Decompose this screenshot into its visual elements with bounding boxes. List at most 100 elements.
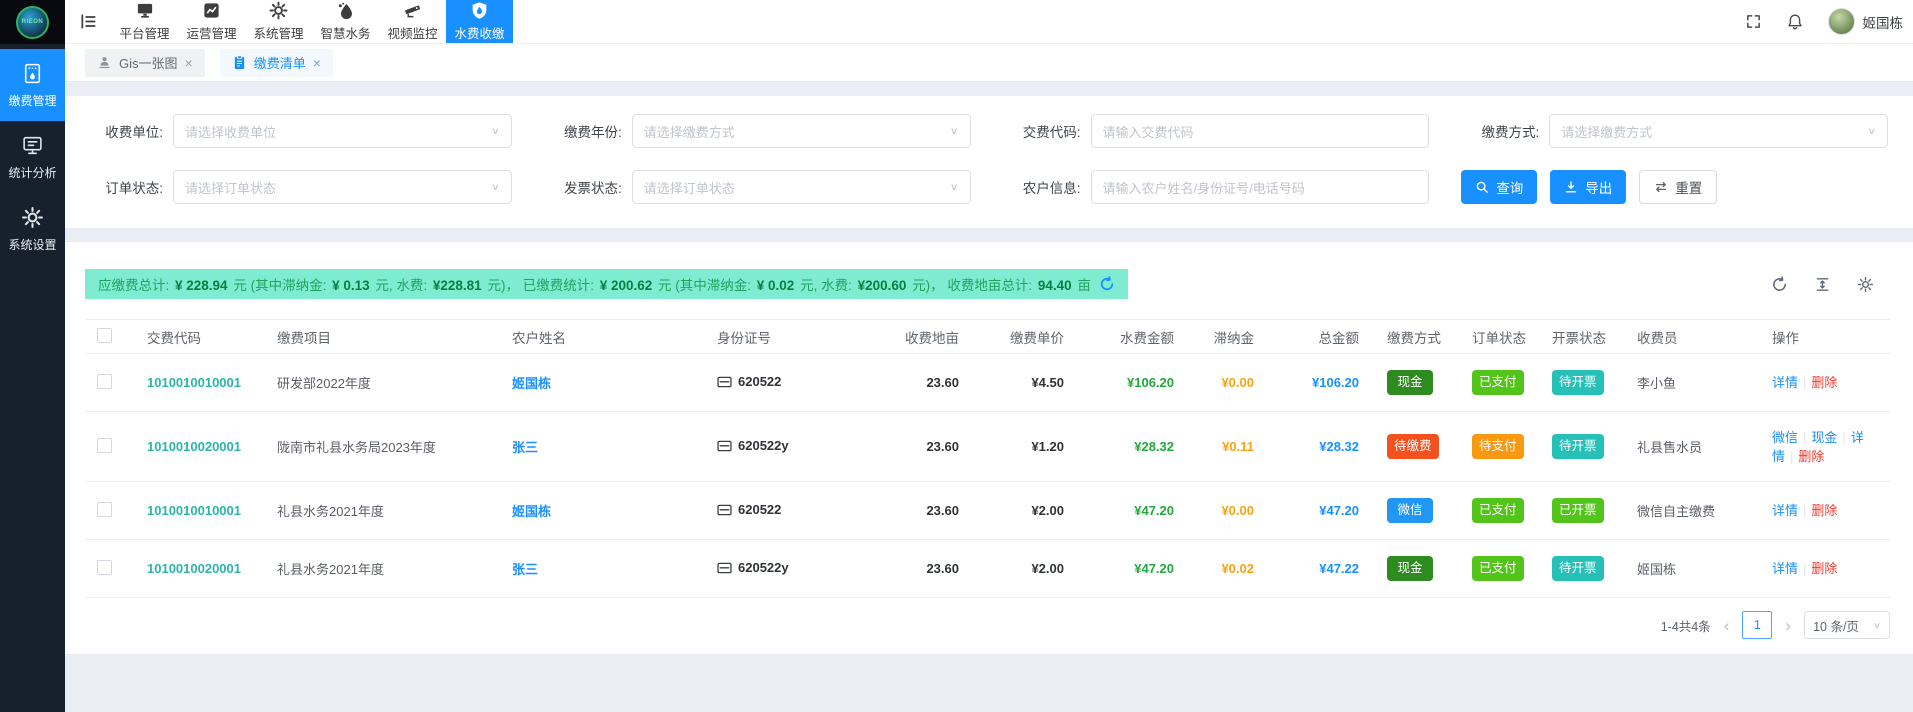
filter-charge-unit: 收费单位: 请选择收费单位 ∨ (85, 114, 512, 148)
search-button[interactable]: 查询 (1461, 170, 1537, 204)
select-placeholder: 请选择收费单位 (185, 122, 276, 141)
menu-item-operations[interactable]: 运营管理 (178, 0, 245, 43)
total-value: ¥47.22 (1270, 540, 1375, 598)
camera-icon (403, 1, 423, 20)
area-value: 23.60 (885, 354, 975, 412)
menu-item-water[interactable]: 智慧水务 (312, 0, 379, 43)
filter-label: 收费单位: (85, 121, 173, 141)
refresh-circle-icon[interactable] (1099, 276, 1115, 292)
summary-label: 亩 (1074, 278, 1091, 293)
charge-unit-select[interactable]: 请选择收费单位 ∨ (173, 114, 512, 148)
detail-link[interactable]: 详情 (1772, 561, 1798, 576)
user-menu[interactable]: 姬国栋 (1828, 8, 1904, 35)
tab-payment-list[interactable]: 缴费清单 × (220, 49, 333, 77)
download-icon (1564, 180, 1578, 194)
menu-item-system[interactable]: 系统管理 (245, 0, 312, 43)
clipboard-icon (232, 55, 247, 70)
farmer-info-input[interactable]: 请输入农户姓名/身份证号/电话号码 (1091, 170, 1430, 204)
order-status-select[interactable]: 请选择订单状态 ∨ (173, 170, 512, 204)
menu-item-water-fee[interactable]: 水费收缴 (446, 0, 513, 43)
pay-code-link[interactable]: 1010010010001 (147, 503, 241, 518)
delete-link[interactable]: 删除 (1811, 561, 1837, 576)
invoice-status-badge: 已开票 (1552, 498, 1604, 523)
action-separator: | (1803, 503, 1806, 518)
select-placeholder: 请选择缴费方式 (1561, 122, 1652, 141)
col-header-unit-price: 缴费单价 (975, 320, 1080, 354)
fullscreen-icon[interactable] (1745, 13, 1762, 30)
refresh-icon[interactable] (1771, 276, 1788, 293)
pay-code-input[interactable]: 请输入交费代码 (1091, 114, 1430, 148)
farmer-link[interactable]: 姬国栋 (512, 504, 551, 519)
farmer-link[interactable]: 张三 (512, 562, 538, 577)
close-icon[interactable]: × (185, 56, 193, 70)
project-name: 礼县水务2021年度 (277, 562, 384, 577)
wechat-pay-link[interactable]: 微信 (1772, 430, 1798, 445)
select-all-checkbox[interactable] (97, 328, 112, 343)
pay-method-badge: 现金 (1387, 556, 1433, 581)
detail-link[interactable]: 详情 (1772, 503, 1798, 518)
summary-value: ¥200.60 (856, 278, 909, 293)
row-height-icon[interactable] (1814, 276, 1831, 293)
project-name: 陇南市礼县水务局2023年度 (277, 440, 436, 455)
invoice-status-select[interactable]: 请选择订单状态 ∨ (632, 170, 971, 204)
bell-icon[interactable] (1786, 13, 1804, 31)
water-fee-value: ¥28.32 (1080, 412, 1190, 482)
summary-label: 元, 水费: (372, 278, 431, 293)
pay-code-link[interactable]: 1010010020001 (147, 561, 241, 576)
input-placeholder: 请输入农户姓名/身份证号/电话号码 (1103, 178, 1305, 197)
topbar: RIEON 平台管理 运营管理 系统管理 智慧水务 视频监控 水费收缴 (0, 0, 1913, 44)
row-checkbox[interactable] (97, 502, 112, 517)
page-size-select[interactable]: 10 条/页 ∨ (1804, 611, 1890, 639)
menu-label: 系统管理 (253, 23, 303, 42)
prev-page-icon[interactable]: ‹ (1722, 617, 1732, 634)
select-placeholder: 请选择缴费方式 (644, 122, 735, 141)
delete-link[interactable]: 删除 (1811, 375, 1837, 390)
order-status-badge: 待支付 (1472, 434, 1524, 459)
late-fee-value: ¥0.02 (1190, 540, 1270, 598)
detail-link[interactable]: 详情 (1772, 375, 1798, 390)
summary-label: 元 (其中滞纳金: (654, 278, 755, 293)
pay-year-select[interactable]: 请选择缴费方式 ∨ (632, 114, 971, 148)
sidebar-item-label: 缴费管理 (8, 92, 56, 109)
settings-gear-icon[interactable] (1857, 276, 1874, 293)
tab-gis-map[interactable]: Gis一张图 × (85, 49, 205, 77)
row-checkbox[interactable] (97, 560, 112, 575)
menu-item-video[interactable]: 视频监控 (379, 0, 446, 43)
row-checkbox[interactable] (97, 438, 112, 453)
summary-value: ¥ 0.02 (755, 278, 797, 293)
farmer-link[interactable]: 姬国栋 (512, 376, 551, 391)
reset-button[interactable]: 重置 (1639, 170, 1717, 204)
menu-collapse-icon[interactable] (65, 0, 111, 43)
invoice-status-badge: 待开票 (1552, 556, 1604, 581)
current-page-button[interactable]: 1 (1742, 611, 1772, 639)
delete-link[interactable]: 删除 (1798, 449, 1824, 464)
id-card-icon (717, 504, 732, 516)
pay-code-link[interactable]: 1010010010001 (147, 375, 241, 390)
sidebar-item-label: 统计分析 (8, 164, 56, 181)
gear-icon (21, 206, 44, 229)
avatar[interactable] (1828, 8, 1855, 35)
summary-label: 元, 水费: (796, 278, 855, 293)
farmer-link[interactable]: 张三 (512, 440, 538, 455)
export-button[interactable]: 导出 (1550, 170, 1626, 204)
next-page-icon[interactable]: › (1783, 617, 1793, 634)
delete-link[interactable]: 删除 (1811, 503, 1837, 518)
late-fee-value: ¥0.00 (1190, 482, 1270, 540)
row-checkbox[interactable] (97, 374, 112, 389)
sidebar-item-settings[interactable]: 系统设置 (0, 193, 65, 265)
cash-pay-link[interactable]: 现金 (1811, 430, 1837, 445)
pay-method-select[interactable]: 请选择缴费方式 ∨ (1549, 114, 1888, 148)
filter-label: 交费代码: (1003, 121, 1091, 141)
chevron-down-icon: ∨ (1873, 620, 1881, 630)
menu-item-platform[interactable]: 平台管理 (111, 0, 178, 43)
summary-label: 元)， 收费地亩总计: (908, 278, 1036, 293)
filter-pay-code: 交费代码: 请输入交费代码 (1003, 114, 1430, 148)
filter-label: 农户信息: (1003, 177, 1091, 197)
map-person-icon (97, 55, 112, 70)
area-value: 23.60 (885, 482, 975, 540)
pay-code-link[interactable]: 1010010020001 (147, 439, 241, 454)
id-card-icon (717, 562, 732, 574)
sidebar-item-payment-management[interactable]: 缴费管理 (0, 49, 65, 121)
sidebar-item-statistics[interactable]: 统计分析 (0, 121, 65, 193)
close-icon[interactable]: × (313, 56, 321, 70)
